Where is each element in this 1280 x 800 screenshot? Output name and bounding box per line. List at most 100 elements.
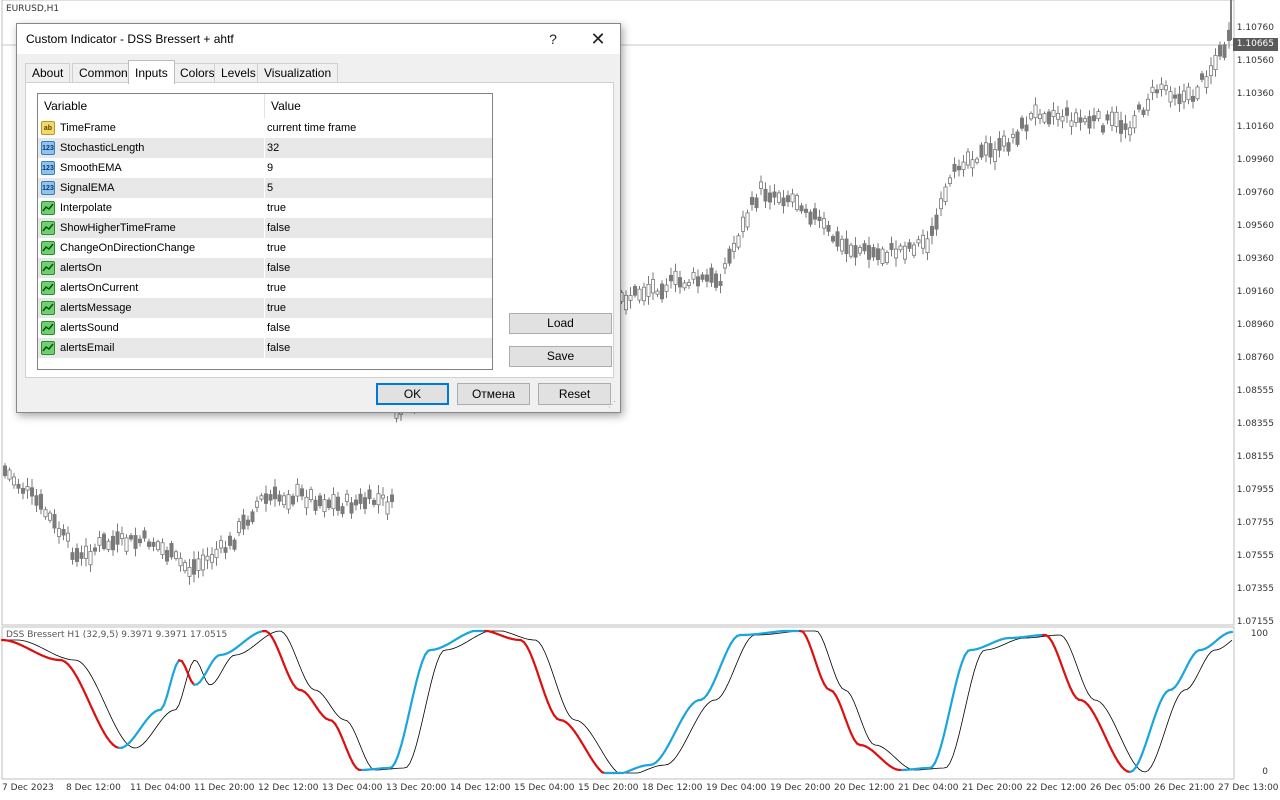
candle-body bbox=[1204, 76, 1209, 88]
ok-button[interactable]: OK bbox=[376, 383, 449, 405]
dss-line-segment bbox=[165, 683, 172, 698]
param-value[interactable]: true bbox=[267, 278, 487, 298]
candle-body bbox=[1128, 127, 1133, 136]
candle-body bbox=[97, 537, 102, 546]
dss-line-segment bbox=[936, 745, 943, 757]
candle-body bbox=[840, 238, 845, 252]
time-tick: 8 Dec 12:00 bbox=[66, 783, 121, 793]
table-row[interactable]: alertsSound false bbox=[38, 318, 492, 338]
table-row[interactable]: ab TimeFrame current time frame bbox=[38, 118, 492, 138]
cancel-button[interactable]: Отмена bbox=[457, 383, 530, 405]
candle-body bbox=[916, 239, 921, 244]
tab-about[interactable]: About bbox=[25, 63, 71, 83]
candle-body bbox=[79, 552, 84, 559]
param-value[interactable]: 5 bbox=[267, 178, 487, 198]
candle-body bbox=[1200, 73, 1205, 80]
price-tick: 1.09360 bbox=[1236, 254, 1274, 264]
tab-levels[interactable]: Levels bbox=[214, 63, 263, 83]
candle-body bbox=[822, 218, 827, 229]
candle-body bbox=[943, 186, 948, 202]
param-value[interactable]: false bbox=[267, 218, 487, 238]
price-tick: 1.07555 bbox=[1236, 551, 1274, 561]
param-value[interactable]: current time frame bbox=[267, 118, 487, 138]
candle-body bbox=[664, 284, 669, 292]
candle-body bbox=[1002, 135, 1007, 147]
dss-line-segment bbox=[717, 661, 724, 672]
time-tick: 21 Dec 20:00 bbox=[962, 783, 1023, 793]
candle-body bbox=[637, 288, 642, 301]
candle-body bbox=[700, 274, 705, 280]
column-header-value[interactable]: Value bbox=[264, 94, 492, 118]
candle-body bbox=[52, 514, 57, 529]
help-button[interactable]: ? bbox=[533, 27, 573, 51]
table-row[interactable]: alertsOn false bbox=[38, 258, 492, 278]
dss-line-segment bbox=[960, 653, 967, 664]
candle-body bbox=[696, 276, 701, 287]
time-tick: 14 Dec 12:00 bbox=[450, 783, 511, 793]
table-row[interactable]: alertsOnCurrent true bbox=[38, 278, 492, 298]
candle-body bbox=[975, 158, 980, 163]
save-button[interactable]: Save bbox=[509, 346, 612, 367]
dss-line-segment bbox=[954, 670, 961, 685]
candle-body bbox=[709, 267, 714, 283]
param-value[interactable]: true bbox=[267, 198, 487, 218]
candle-body bbox=[772, 191, 777, 198]
candle-body bbox=[885, 252, 890, 264]
candle-body bbox=[1056, 112, 1061, 120]
table-row[interactable]: ChangeOnDirectionChange true bbox=[38, 238, 492, 258]
price-tick: 1.10760 bbox=[1236, 23, 1274, 33]
candle-body bbox=[718, 281, 723, 286]
param-value[interactable]: false bbox=[267, 338, 487, 358]
dss-line-segment bbox=[945, 707, 952, 724]
price-tick: 1.10160 bbox=[1236, 122, 1274, 132]
candle-body bbox=[903, 245, 908, 260]
candle-body bbox=[7, 469, 12, 480]
resize-grip-icon[interactable]: ⋰ bbox=[608, 400, 617, 409]
candle-body bbox=[25, 486, 30, 491]
inputs-table: Variable Value ab TimeFrame current time f… bbox=[37, 93, 493, 370]
boolean-icon bbox=[41, 201, 55, 215]
candle-body bbox=[997, 138, 1002, 151]
time-tick: 11 Dec 20:00 bbox=[194, 783, 255, 793]
table-row[interactable]: alertsEmail false bbox=[38, 338, 492, 358]
tab-common[interactable]: Common bbox=[72, 63, 135, 83]
load-button[interactable]: Load bbox=[509, 313, 612, 334]
table-row[interactable]: 123 SmoothEMA 9 bbox=[38, 158, 492, 178]
param-value[interactable]: true bbox=[267, 238, 487, 258]
close-button[interactable]: ✕ bbox=[578, 27, 618, 51]
dialog-titlebar[interactable]: Custom Indicator - DSS Bressert + ahtf ?… bbox=[17, 24, 620, 54]
string-icon: ab bbox=[41, 121, 55, 135]
table-row[interactable]: Interpolate true bbox=[38, 198, 492, 218]
dss-line-segment bbox=[186, 672, 193, 682]
candle-body bbox=[133, 535, 138, 549]
reset-button[interactable]: Reset bbox=[538, 383, 611, 405]
candle-body bbox=[1155, 89, 1160, 94]
param-value[interactable]: true bbox=[267, 298, 487, 318]
param-value[interactable]: false bbox=[267, 258, 487, 278]
candle-body bbox=[1168, 91, 1173, 103]
dss-line-segment bbox=[1137, 753, 1144, 763]
dss-line-segment bbox=[1053, 646, 1060, 657]
column-separator bbox=[264, 298, 265, 318]
candle-body bbox=[344, 493, 349, 502]
table-row[interactable]: 123 StochasticLength 32 bbox=[38, 138, 492, 158]
price-tick: 1.09760 bbox=[1236, 188, 1274, 198]
tab-visualization[interactable]: Visualization bbox=[257, 63, 339, 83]
column-header-variable[interactable]: Variable bbox=[38, 94, 264, 118]
candle-body bbox=[894, 248, 899, 259]
candle-body bbox=[70, 552, 75, 560]
candle-body bbox=[1096, 111, 1101, 120]
param-value[interactable]: 9 bbox=[267, 158, 487, 178]
param-value[interactable]: 32 bbox=[267, 138, 487, 158]
candle-body bbox=[871, 247, 876, 258]
tab-inputs[interactable]: Inputs bbox=[128, 60, 175, 84]
boolean-icon bbox=[41, 221, 55, 235]
candle-body bbox=[115, 531, 120, 545]
candle-body bbox=[799, 205, 804, 212]
integer-icon: 123 bbox=[41, 181, 55, 195]
table-row[interactable]: 123 SignalEMA 5 bbox=[38, 178, 492, 198]
candle-body bbox=[1060, 116, 1065, 122]
param-value[interactable]: false bbox=[267, 318, 487, 338]
table-row[interactable]: ShowHigherTimeFrame false bbox=[38, 218, 492, 238]
table-row[interactable]: alertsMessage true bbox=[38, 298, 492, 318]
